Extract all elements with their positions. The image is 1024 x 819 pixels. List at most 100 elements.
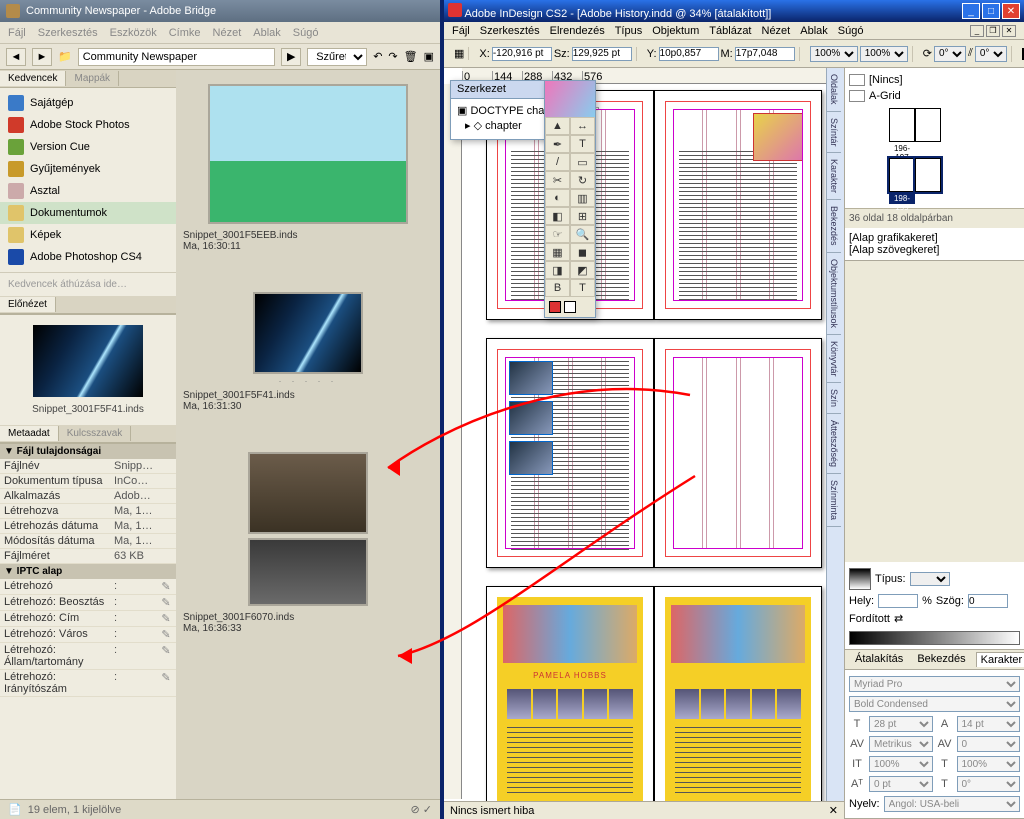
tool[interactable]: 🔍	[570, 225, 595, 243]
meta-group[interactable]: ▼ IPTC alap	[0, 564, 176, 579]
scale-x[interactable]: 100%	[810, 46, 858, 62]
fwd-button[interactable]: ►	[32, 48, 52, 66]
tool[interactable]: ▥	[570, 189, 595, 207]
menu-objektum[interactable]: Objektum	[652, 25, 699, 37]
scale-y[interactable]: 100%	[860, 46, 908, 62]
ref-point-icon[interactable]: ▦	[450, 47, 469, 60]
menu-eszközök[interactable]: Eszközök	[110, 27, 157, 39]
tool[interactable]: ✂	[545, 171, 570, 189]
placed-snippet-3[interactable]	[509, 441, 553, 475]
minimize-button[interactable]: _	[962, 3, 980, 19]
font-family-select[interactable]: Myriad Pro	[849, 676, 1020, 692]
indesign-titlebar[interactable]: Adobe InDesign CS2 - [Adobe History.indd…	[444, 0, 1024, 22]
rotate-cw-icon[interactable]: ↷	[388, 50, 397, 63]
side-tab[interactable]: Objektumstílusok	[827, 253, 841, 335]
thumbnail[interactable]: Snippet_3001F5EEB.indsMa, 16:30:11	[183, 84, 433, 252]
tool[interactable]: ◼	[570, 243, 595, 261]
menu-nézet[interactable]: Nézet	[762, 25, 791, 37]
hscale[interactable]: 100%	[957, 756, 1021, 772]
fav-dokumentumok[interactable]: Dokumentumok	[0, 202, 176, 224]
tool[interactable]: ◨	[545, 261, 570, 279]
preview-thumbnail[interactable]	[33, 325, 143, 397]
xml-child[interactable]: chapter	[485, 120, 522, 132]
meta-row[interactable]: FájlnévSnipp…	[0, 459, 176, 474]
tool[interactable]: ◧	[545, 207, 570, 225]
bridge-titlebar[interactable]: Community Newspaper - Adobe Bridge	[0, 0, 440, 22]
back-button[interactable]: ◄	[6, 48, 26, 66]
meta-row[interactable]: Módosítás dátumaMa, 1…	[0, 534, 176, 549]
side-tab[interactable]: Színminta	[827, 474, 841, 527]
thumbnail[interactable]: . . . . .Snippet_3001F5F41.indsMa, 16:31…	[183, 292, 433, 412]
spread-3[interactable]: PAMELA HOBBS	[474, 586, 834, 816]
structure-tab[interactable]: Szerkezet	[457, 83, 506, 96]
fav-asztal[interactable]: Asztal	[0, 180, 176, 202]
tool[interactable]: ▭	[570, 153, 595, 171]
doc-close-button[interactable]: ✕	[1002, 25, 1016, 37]
meta-row[interactable]: Létrehozó: Város:✎	[0, 627, 176, 643]
skew[interactable]: 0°	[957, 776, 1021, 792]
gradient-ramp[interactable]	[849, 631, 1020, 645]
side-tab[interactable]: Színtár	[827, 112, 841, 154]
fav-képek[interactable]: Képek	[0, 224, 176, 246]
hero-image[interactable]	[503, 605, 637, 663]
filter-select[interactable]: Szűretlen	[307, 48, 367, 66]
tab-folders[interactable]: Mappák	[66, 71, 119, 86]
tool[interactable]: T	[570, 135, 595, 153]
menu-súgó[interactable]: Súgó	[293, 27, 319, 39]
meta-row[interactable]: Létrehozó:✎	[0, 579, 176, 595]
tool[interactable]: ▦	[545, 243, 570, 261]
menu-ablak[interactable]: Ablak	[253, 27, 281, 39]
meta-row[interactable]: AlkalmazásAdob…	[0, 489, 176, 504]
toolbox[interactable]: ▲↔✒T/▭✂↻◐▥◧⊞☞🔍▦◼◨◩BT	[544, 80, 596, 318]
y-field[interactable]	[659, 47, 719, 61]
font-style-select[interactable]: Bold Condensed	[849, 696, 1020, 712]
gradient-panel[interactable]: Típus: Hely:% Szög: Fordított ⇄	[845, 562, 1024, 650]
page-icon-197[interactable]	[915, 108, 941, 142]
rotate-ccw-icon[interactable]: ↶	[373, 50, 382, 63]
meta-row[interactable]: Létrehozó: Állam/tartomány:✎	[0, 643, 176, 670]
dock-side-tabs[interactable]: OldalakSzíntárKarakterBekezdésObjektumst…	[826, 68, 844, 819]
page-icon-196[interactable]	[889, 108, 915, 142]
pages-panel[interactable]: [Nincs] A-Grid 196-197 198-199 36 oldal …	[845, 68, 1024, 261]
tool[interactable]: ↔	[570, 117, 595, 135]
tool[interactable]: T	[570, 279, 595, 297]
tab-preview[interactable]: Előnézet	[0, 297, 56, 312]
tool[interactable]: ✒	[545, 135, 570, 153]
menu-fájl[interactable]: Fájl	[8, 27, 26, 39]
vscale[interactable]: 100%	[869, 756, 933, 772]
menu-szerkesztés[interactable]: Szerkesztés	[38, 27, 98, 39]
font-size[interactable]: 28 pt	[869, 716, 933, 732]
side-tab[interactable]: Karakter	[827, 153, 841, 200]
spread-2[interactable]	[474, 338, 834, 568]
side-tab[interactable]: Oldalak	[827, 68, 841, 112]
page-icon-198[interactable]	[889, 158, 915, 192]
side-tab[interactable]: Szín	[827, 383, 841, 414]
side-tab[interactable]: Áttetszőség	[827, 414, 841, 474]
leading[interactable]: 14 pt	[957, 716, 1021, 732]
tool[interactable]: ◩	[570, 261, 595, 279]
meta-row[interactable]: Létrehozó: Irányítószám:✎	[0, 670, 176, 697]
tool[interactable]: ☞	[545, 225, 570, 243]
tool[interactable]: ◐	[545, 189, 570, 207]
menu-szerkesztés[interactable]: Szerkesztés	[480, 25, 540, 37]
gradient-swatch-icon[interactable]	[849, 568, 871, 590]
meta-group[interactable]: ▼ Fájl tulajdonságai	[0, 444, 176, 459]
meta-row[interactable]: Dokumentum típusaInCo…	[0, 474, 176, 489]
tab-paragraph[interactable]: Bekezdés	[913, 652, 969, 667]
tab-favorites[interactable]: Kedvencek	[0, 71, 66, 86]
meta-row[interactable]: LétrehozvaMa, 1…	[0, 504, 176, 519]
maximize-button[interactable]: □	[982, 3, 1000, 19]
tracking[interactable]: 0	[957, 736, 1021, 752]
bridge-menubar[interactable]: FájlSzerkesztésEszközökCímkeNézetAblakSú…	[0, 22, 440, 44]
placed-snippet-1[interactable]	[509, 361, 553, 395]
vertical-ruler[interactable]	[444, 84, 462, 799]
stroke-swatch-tb[interactable]	[564, 301, 576, 313]
grad-loc-field[interactable]	[878, 594, 918, 608]
fav-adobe-stock-photos[interactable]: Adobe Stock Photos	[0, 114, 176, 136]
side-tab[interactable]: Könyvtár	[827, 335, 841, 384]
statusbar-close-icon[interactable]: ✕	[829, 804, 838, 817]
menu-ablak[interactable]: Ablak	[800, 25, 828, 37]
grad-type-select[interactable]	[910, 572, 950, 586]
tab-character[interactable]: Karakter	[976, 652, 1024, 667]
tool[interactable]: ↻	[570, 171, 595, 189]
